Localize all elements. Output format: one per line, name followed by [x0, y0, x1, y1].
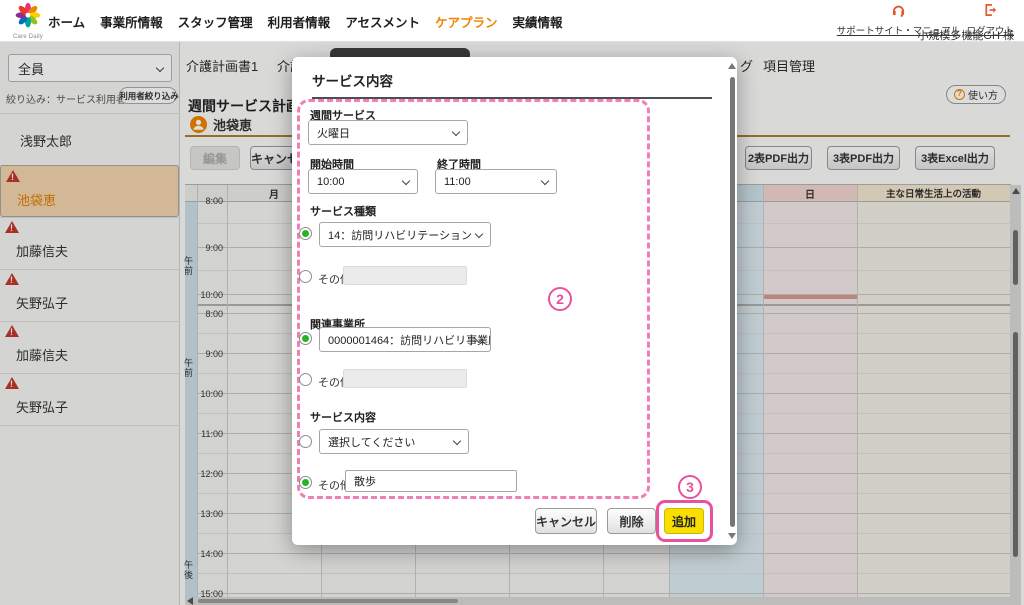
nav-home[interactable]: ホーム: [48, 12, 85, 31]
support-headset-icon: [891, 3, 906, 17]
modal-title: サービス内容: [312, 70, 393, 90]
end-time-select[interactable]: 11:00: [435, 169, 557, 194]
chevron-down-icon: [475, 230, 483, 238]
chevron-down-icon: [453, 437, 461, 445]
service-type-value: 14：訪問リハビリテーション: [328, 227, 472, 243]
week-service-select[interactable]: 火曜日: [308, 120, 468, 145]
service-content-other-input[interactable]: 散歩: [345, 470, 517, 492]
annotation-highlight-box: [656, 500, 713, 542]
nav-staff-mgmt[interactable]: スタッフ管理: [178, 12, 253, 31]
service-type-other-input[interactable]: [343, 266, 467, 285]
nav-office-info[interactable]: 事業所情報: [100, 12, 163, 31]
logo-text: Care Daily: [8, 34, 48, 40]
service-content-select-radio[interactable]: [299, 435, 312, 448]
scroll-up-icon[interactable]: [728, 63, 736, 69]
screen: Care Daily ホーム 事業所情報 スタッフ管理 利用者情報 アセスメント…: [0, 0, 1024, 605]
service-content-select[interactable]: 選択してください: [319, 429, 469, 454]
modal-delete-button[interactable]: 削除: [607, 508, 656, 534]
top-nav: Care Daily ホーム 事業所情報 スタッフ管理 利用者情報 アセスメント…: [0, 0, 1024, 42]
account-name: 小規模多機能GH 様: [917, 27, 1014, 43]
scroll-down-icon[interactable]: [728, 533, 736, 539]
end-time-value: 11:00: [444, 176, 471, 188]
service-type-label: サービス種類: [310, 203, 376, 219]
nav-assessment[interactable]: アセスメント: [345, 12, 420, 31]
service-type-other-radio[interactable]: [299, 270, 312, 283]
nav-care-plan[interactable]: ケアプラン: [435, 12, 498, 31]
logout-icon: [983, 3, 998, 17]
nav-results[interactable]: 実績情報: [512, 12, 562, 31]
service-type-select[interactable]: 14：訪問リハビリテーション: [319, 222, 491, 247]
scrollbar-thumb[interactable]: [730, 77, 735, 527]
chevron-down-icon: [452, 128, 460, 136]
related-office-other-input[interactable]: [343, 369, 467, 388]
service-type-select-radio[interactable]: [299, 227, 312, 240]
app-logo[interactable]: Care Daily: [8, 2, 48, 40]
service-content-placeholder: 選択してください: [328, 434, 415, 450]
service-content-other-value: 散歩: [354, 473, 376, 489]
chevron-down-icon: [541, 177, 549, 185]
start-time-value: 10:00: [317, 176, 345, 188]
related-office-value: 0000001464：訪問リハビリ事業所: [328, 332, 491, 348]
related-office-select[interactable]: 0000001464：訪問リハビリ事業所: [319, 327, 491, 352]
start-time-select[interactable]: 10:00: [308, 169, 418, 194]
logo-pinwheel-icon: [13, 2, 43, 30]
annotation-step-3: 3: [678, 475, 702, 499]
chevron-down-icon: [402, 177, 410, 185]
modal-cancel-button[interactable]: キャンセル: [535, 508, 597, 534]
related-office-select-radio[interactable]: [299, 332, 312, 345]
related-office-other-radio[interactable]: [299, 373, 312, 386]
service-content-modal: サービス内容 週間サービス 火曜日 開始時間 終了時間 10:00 11:00 …: [292, 57, 737, 545]
week-service-value: 火曜日: [317, 125, 350, 141]
nav-user-info[interactable]: 利用者情報: [268, 12, 331, 31]
service-content-label: サービス内容: [310, 409, 376, 425]
annotation-step-2: 2: [548, 287, 572, 311]
service-content-other-radio[interactable]: [299, 476, 312, 489]
main-menu: ホーム 事業所情報 スタッフ管理 利用者情報 アセスメント ケアプラン 実績情報: [48, 0, 562, 42]
